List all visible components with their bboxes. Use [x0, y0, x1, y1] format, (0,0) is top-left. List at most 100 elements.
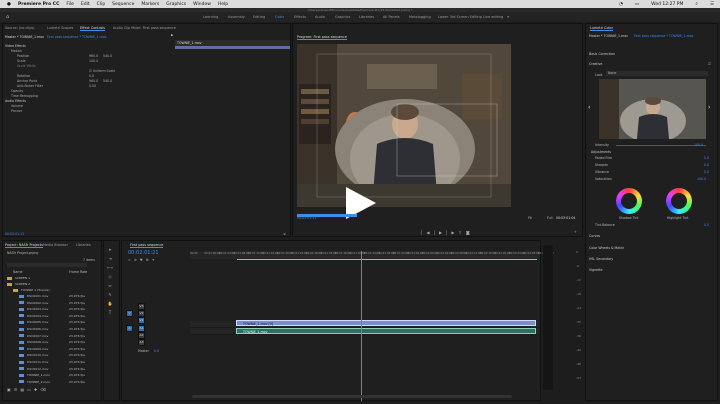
- look-next-icon[interactable]: ›: [708, 104, 710, 111]
- menu-list-icon[interactable]: ☰: [710, 2, 714, 7]
- track-label-v3[interactable]: V3: [138, 303, 145, 310]
- workspace-color[interactable]: Color: [275, 12, 284, 22]
- ec-motion[interactable]: Motion: [11, 49, 22, 53]
- track-label-v1[interactable]: V1: [138, 317, 145, 324]
- menu-edit[interactable]: Edit: [81, 2, 90, 7]
- ec-volume[interactable]: Volume: [11, 104, 23, 108]
- razor-icon[interactable]: ◇: [107, 274, 113, 280]
- lumetri-look-preview[interactable]: [599, 79, 706, 139]
- project-file-row[interactable]: DSC0012.mov 23.976 fps: [19, 367, 109, 373]
- intensity-slider[interactable]: [616, 145, 706, 146]
- workspace-assembly[interactable]: Assembly: [228, 12, 245, 22]
- program-title[interactable]: Program: First pass sequence: [297, 35, 347, 40]
- project-col-name[interactable]: Name: [13, 270, 22, 274]
- workspace-graphics[interactable]: Graphics: [335, 12, 350, 22]
- menu-clip[interactable]: Clip: [97, 2, 106, 7]
- vibrance-value[interactable]: 0.0: [704, 170, 709, 174]
- track-master-value[interactable]: 0.0: [154, 349, 159, 353]
- lumetri-basic[interactable]: Basic Correction: [589, 52, 615, 56]
- pen-icon[interactable]: ✎: [107, 292, 113, 298]
- project-file-row[interactable]: DSC0004.mov 23.976 fps: [19, 314, 109, 320]
- tint-balance-value[interactable]: 0.0: [704, 223, 709, 227]
- menu-file[interactable]: File: [66, 2, 74, 7]
- project-file-row[interactable]: DSC0008.mov 23.976 fps: [19, 340, 109, 346]
- lumetri-vignette[interactable]: Vignette: [589, 268, 602, 272]
- home-icon[interactable]: ⌂: [6, 14, 9, 20]
- track-label-a3[interactable]: A3: [138, 339, 145, 346]
- menu-markers[interactable]: Markers: [141, 2, 159, 7]
- project-col-rate[interactable]: Frame Rate: [69, 270, 87, 274]
- project-file-row[interactable]: DSC0002.mov 23.976 fps: [19, 301, 109, 307]
- work-area-bar[interactable]: [237, 259, 537, 260]
- project-file-row[interactable]: DSC0011.mov 23.976 fps: [19, 360, 109, 366]
- ec-rotation-value[interactable]: 0.0: [89, 74, 94, 78]
- project-search-input[interactable]: [7, 263, 87, 267]
- timeline-title[interactable]: First pass sequence: [130, 243, 164, 248]
- tab-project[interactable]: Project: NASfr Projects: [5, 243, 43, 248]
- project-file-row[interactable]: DSC0005.mov 23.976 fps: [19, 320, 109, 326]
- ec-position-x[interactable]: 960.0: [89, 54, 98, 58]
- project-file-row[interactable]: DSC0010.mov 23.976 fps: [19, 353, 109, 359]
- timeline-timecode[interactable]: 00:02:01:21: [128, 250, 159, 256]
- slip-icon[interactable]: ⇔: [107, 283, 113, 289]
- lumetri-seq[interactable]: First pass sequence * TOWNIE_1.mov: [634, 34, 694, 38]
- ec-anti-flicker-value[interactable]: 0.00: [89, 84, 96, 88]
- workspace-all-panels[interactable]: All Panels: [383, 12, 400, 22]
- sharpen-value[interactable]: 0.0: [704, 163, 709, 167]
- hand-icon[interactable]: ✋: [107, 301, 113, 307]
- lumetri-title[interactable]: Lumetri Color: [590, 26, 613, 31]
- workspace-audio[interactable]: Audio: [315, 12, 325, 22]
- lumetri-creative[interactable]: Creative: [589, 62, 602, 66]
- faded-value[interactable]: 0.0: [704, 156, 709, 160]
- intensity-value[interactable]: 100.0: [694, 143, 703, 147]
- workspace-metalogging[interactable]: Metalogging: [409, 12, 431, 22]
- battery-icon[interactable]: ▭: [635, 2, 639, 7]
- uniform-checkbox-icon[interactable]: ☑: [89, 69, 92, 73]
- timeline-scrollbar[interactable]: [192, 395, 512, 398]
- new-bin-icon[interactable]: ▭: [27, 387, 34, 392]
- ec-scale-value[interactable]: 100.0: [89, 59, 98, 63]
- look-prev-icon[interactable]: ‹: [588, 104, 590, 111]
- playhead[interactable]: [361, 251, 362, 401]
- ec-anchor-x[interactable]: 960.0: [89, 79, 98, 83]
- ec-position-y[interactable]: 540.0: [103, 54, 112, 58]
- ripple-edit-icon[interactable]: ⟷: [107, 265, 113, 271]
- track-target-a1[interactable]: A: [126, 325, 133, 332]
- tab-media-browser[interactable]: Media Browser: [43, 243, 68, 247]
- project-file-row[interactable]: DSC0001.mov 23.976 fps: [19, 294, 109, 300]
- lift-icon[interactable]: ⇪: [459, 230, 466, 235]
- lumetri-curves[interactable]: Curves: [589, 234, 600, 238]
- step-back-icon[interactable]: ◀|: [427, 230, 439, 235]
- track-label-v2[interactable]: V2: [138, 310, 145, 317]
- shadow-tint-wheel[interactable]: [616, 188, 642, 214]
- step-forward-icon[interactable]: |▶: [446, 230, 458, 235]
- apple-icon[interactable]: ●: [7, 2, 11, 7]
- menu-window[interactable]: Window: [193, 2, 211, 7]
- ec-timecode[interactable]: 00:02:01:21: [5, 232, 24, 236]
- ec-sequence-clip[interactable]: First pass sequence * TOWNIE_1.mov: [47, 35, 107, 39]
- ec-uniform-scale[interactable]: ☑ Uniform Scale: [89, 69, 115, 73]
- ec-clip-bar[interactable]: [175, 46, 290, 49]
- selection-tool-icon[interactable]: ➤: [107, 247, 113, 253]
- lumetri-hsl[interactable]: HSL Secondary: [589, 257, 613, 261]
- menu-help[interactable]: Help: [218, 2, 228, 7]
- tab-lumetri-scopes[interactable]: Lumetri Scopes: [47, 26, 73, 30]
- menu-graphics[interactable]: Graphics: [166, 2, 186, 7]
- tab-libraries[interactable]: Libraries: [76, 243, 91, 247]
- lumetri-master[interactable]: Master * TOWNIE_1.mov: [589, 34, 628, 38]
- ec-opacity[interactable]: Opacity: [11, 89, 23, 93]
- track-label-a1[interactable]: A1: [138, 325, 145, 332]
- workspace-learning[interactable]: Learning: [203, 12, 218, 22]
- program-add-icon[interactable]: +: [574, 230, 577, 234]
- ec-time-remap[interactable]: Time Remapping: [11, 94, 38, 98]
- menu-sequence[interactable]: Sequence: [112, 2, 134, 7]
- program-timecode[interactable]: 00:02:01:21: [297, 216, 316, 220]
- project-file-row[interactable]: DSC0003.mov 23.976 fps: [19, 307, 109, 313]
- tab-effect-controls[interactable]: Effect Controls: [80, 26, 105, 31]
- track-target-v1[interactable]: V: [126, 310, 133, 317]
- project-file-row[interactable]: DSC0007.mov 23.976 fps: [19, 334, 109, 340]
- ec-anchor-y[interactable]: 540.0: [103, 79, 112, 83]
- timeline-clip-audio[interactable]: TOWNIE_1.mov: [236, 328, 536, 334]
- wrench-icon[interactable]: ✦: [152, 258, 158, 262]
- wifi-icon[interactable]: ◔: [619, 2, 623, 7]
